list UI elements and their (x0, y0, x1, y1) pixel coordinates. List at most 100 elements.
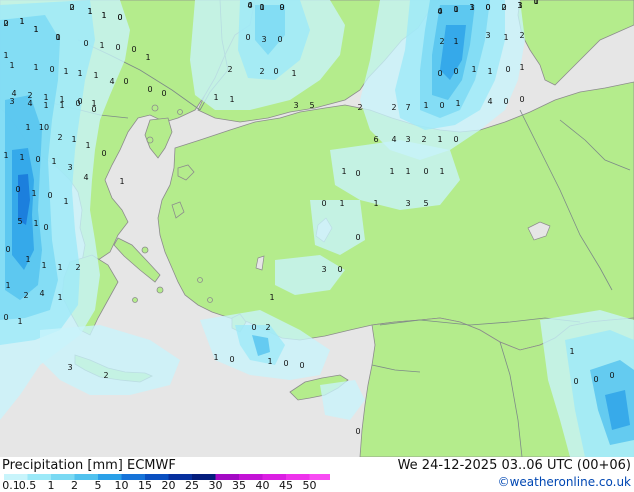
precip-value-label: 0 (247, 1, 252, 10)
valid-time: We 24-12-2025 03..06 UTC (00+06) (397, 458, 631, 473)
precip-value-label: 1 (439, 167, 444, 176)
precip-value-label: 3 (485, 31, 490, 40)
precip-value-label: 0 (609, 371, 614, 380)
precip-value-label: 1 (59, 101, 64, 110)
model-name: ECMWF (127, 458, 176, 473)
precip-value-label: 2 (421, 135, 426, 144)
precip-value-label: 2 (75, 263, 80, 272)
precip-value-label: 0 (91, 105, 96, 114)
credit-link[interactable]: ©weatheronline.co.uk (498, 475, 631, 489)
precip-value-label: 1 (33, 25, 38, 34)
precip-value-label: 0 (273, 67, 278, 76)
precip-value-label: 3 (321, 265, 326, 274)
precip-value-label: 1 (437, 135, 442, 144)
precip-value-label: 1 (503, 33, 508, 42)
precip-value-label: 1 (93, 71, 98, 80)
precip-value-label: 1 (5, 281, 10, 290)
precip-value-label: 1 (3, 51, 8, 60)
precip-value-label: 3 (261, 35, 266, 44)
legend-title: Precipitation [mm] ECMWF (2, 458, 176, 473)
precip-value-label: 0 (55, 33, 60, 42)
precip-value-label: 1 (453, 37, 458, 46)
precip-value-label: 1 (19, 153, 24, 162)
precip-value-label: 4 (391, 135, 396, 144)
precip-value-label: 1 (43, 101, 48, 110)
precip-value-label: 1 (471, 65, 476, 74)
precip-value-label: 0 (5, 245, 10, 254)
precip-value-label: 1 (267, 357, 272, 366)
weather-map-page: 2121101409401001110100103032112110111122… (0, 0, 634, 492)
precip-value-label: 1 (41, 261, 46, 270)
precip-value-label: 0 (251, 323, 256, 332)
precip-value-label: 0 (69, 3, 74, 12)
precip-value-label: 4 (109, 77, 114, 86)
precip-value-label: 2 (265, 323, 270, 332)
precip-value-label: 0 (229, 355, 234, 364)
precip-value-label: 1 (453, 5, 458, 14)
precip-value-label: 1 (33, 63, 38, 72)
precip-value-label: 0 (15, 185, 20, 194)
precip-value-label: 5 (309, 101, 314, 110)
precip-value-label: 2 (23, 291, 28, 300)
precip-value-label: 1 (71, 135, 76, 144)
precip-value-label: 0 (505, 65, 510, 74)
legend-tick-label: 35 (232, 479, 246, 492)
legend-tick-label: 2 (71, 479, 78, 492)
precip-value-label: 0 (47, 191, 52, 200)
legend-tick-label: 5 (94, 479, 102, 492)
precip-value-label: 0 (321, 199, 326, 208)
precip-value-label: 3 (405, 199, 410, 208)
legend-tick-label: 40 (255, 479, 270, 492)
precip-value-label: 1 (213, 93, 218, 102)
precip-value-label: 1 (213, 353, 218, 362)
precip-value-label: 0 (439, 101, 444, 110)
precip-value-label: 1 (119, 177, 124, 186)
precip-value-label: 1 (341, 167, 346, 176)
precip-value-label: 5 (423, 199, 428, 208)
precip-value-label: 3 (517, 1, 522, 10)
precip-value-label: 1 (487, 67, 492, 76)
precip-value-label: 0 (3, 19, 8, 28)
precip-value-label: 3 (67, 163, 72, 172)
legend-tick-label: 30 (208, 479, 223, 492)
legend-title-text: Precipitation [mm] (2, 458, 123, 473)
precip-value-label: 0 (453, 67, 458, 76)
precip-value-label: 0 (573, 377, 578, 386)
precip-value-label: 7 (405, 103, 410, 112)
precip-value-label: 5 (17, 217, 22, 226)
precip-value-label: 1 (25, 123, 30, 132)
precip-value-label: 1 (99, 41, 104, 50)
precip-value-label: 1 (57, 263, 62, 272)
precip-value-label: 1 (63, 67, 68, 76)
legend-tick-label: 20 (161, 479, 176, 492)
precip-value-label: 1 (455, 99, 460, 108)
precip-value-label: 0 (277, 35, 282, 44)
precip-value-label: 0 (83, 39, 88, 48)
precip-value-label: 0 (423, 167, 428, 176)
precip-value-label: 0 (355, 169, 360, 178)
precip-value-label: 1 (423, 101, 428, 110)
precip-value-label: 0 (503, 97, 508, 106)
precip-value-label: 1 (85, 141, 90, 150)
precip-value-label: 0 (355, 233, 360, 242)
precip-value-label: 2 (439, 37, 444, 46)
precip-value-label: 0 (519, 95, 524, 104)
precip-value-label: 0 (533, 0, 538, 6)
cyclades-island (156, 286, 164, 294)
precip-value-label: 2 (57, 133, 62, 142)
precip-value-label: 0 (147, 85, 152, 94)
precip-value-label: 2 (501, 3, 506, 12)
precip-value-label: 0 (593, 375, 598, 384)
precip-value-label: 1 (373, 199, 378, 208)
precip-value-label: 4 (27, 99, 32, 108)
precip-value-label: 1 (87, 7, 92, 16)
precip-value-label: 1 (25, 255, 30, 264)
precip-value-label: 1 (63, 197, 68, 206)
precip-value-label: 1 (519, 63, 524, 72)
precip-value-label: 1 (17, 317, 22, 326)
precip-value-label: 1 (57, 293, 62, 302)
precip-value-label: 1 (259, 3, 264, 12)
precip-value-label: 3 (67, 363, 72, 372)
precip-value-label: 2 (357, 103, 362, 112)
precip-value-label: 10 (39, 123, 49, 132)
